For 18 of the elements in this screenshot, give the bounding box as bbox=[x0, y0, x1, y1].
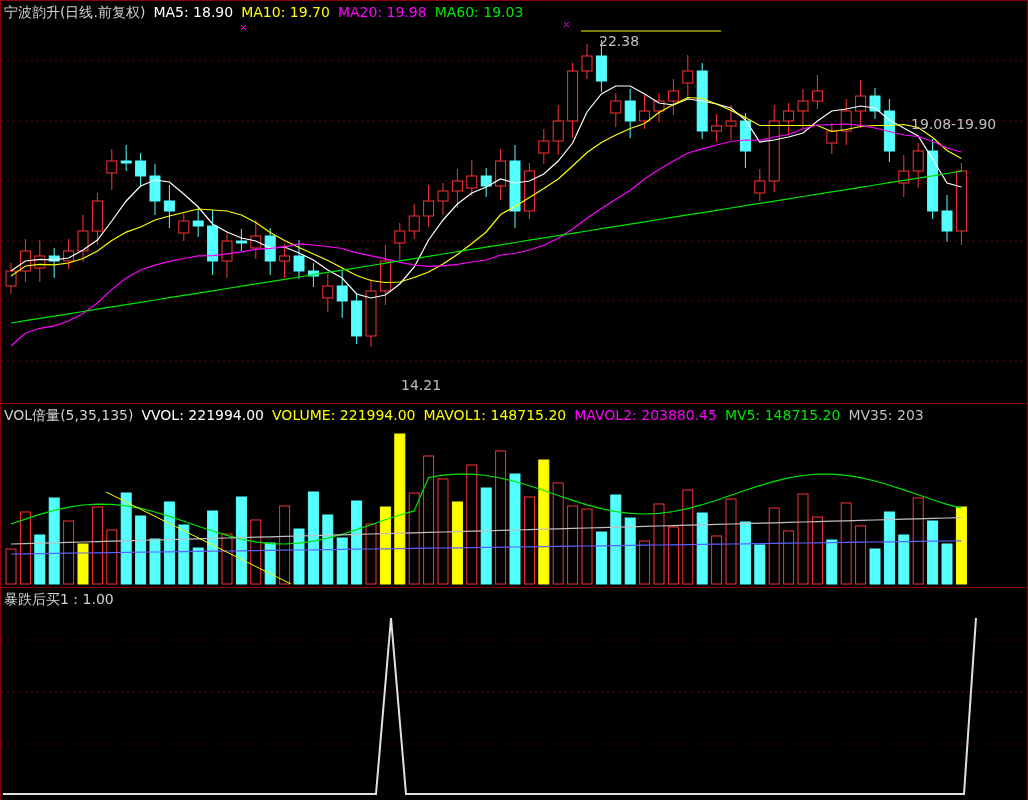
cross-marker bbox=[240, 24, 247, 31]
indicator-value: MA5: 18.90 bbox=[153, 3, 234, 22]
indicator-value: VOLUME: 221994.00 bbox=[272, 406, 416, 425]
price-label: 19.08-19.90 bbox=[911, 115, 997, 134]
panel-title: 宁波韵升(日线.前复权) bbox=[4, 3, 146, 22]
price-label: 14.21 bbox=[401, 376, 442, 395]
indicator-value: MA20: 19.98 bbox=[337, 3, 427, 22]
indicator-value: MA10: 19.70 bbox=[241, 3, 330, 22]
price-label: 22.38 bbox=[599, 32, 640, 51]
indicator-value: MA60: 19.03 bbox=[434, 3, 524, 22]
indicator-value: MV5: 148715.20 bbox=[724, 406, 841, 425]
indicator-value: MAVOL2: 203880.45 bbox=[574, 406, 717, 425]
indicator-value: VVOL: 221994.00 bbox=[141, 406, 265, 425]
panel-title: VOL倍量(5,35,135) bbox=[4, 406, 134, 425]
panel-title: 暴跌后买1 : 1.00 bbox=[4, 590, 114, 609]
cross-marker bbox=[563, 21, 570, 28]
indicator-value: MV35: 203 bbox=[848, 406, 924, 425]
indicator-value: MAVOL1: 148715.20 bbox=[423, 406, 567, 425]
